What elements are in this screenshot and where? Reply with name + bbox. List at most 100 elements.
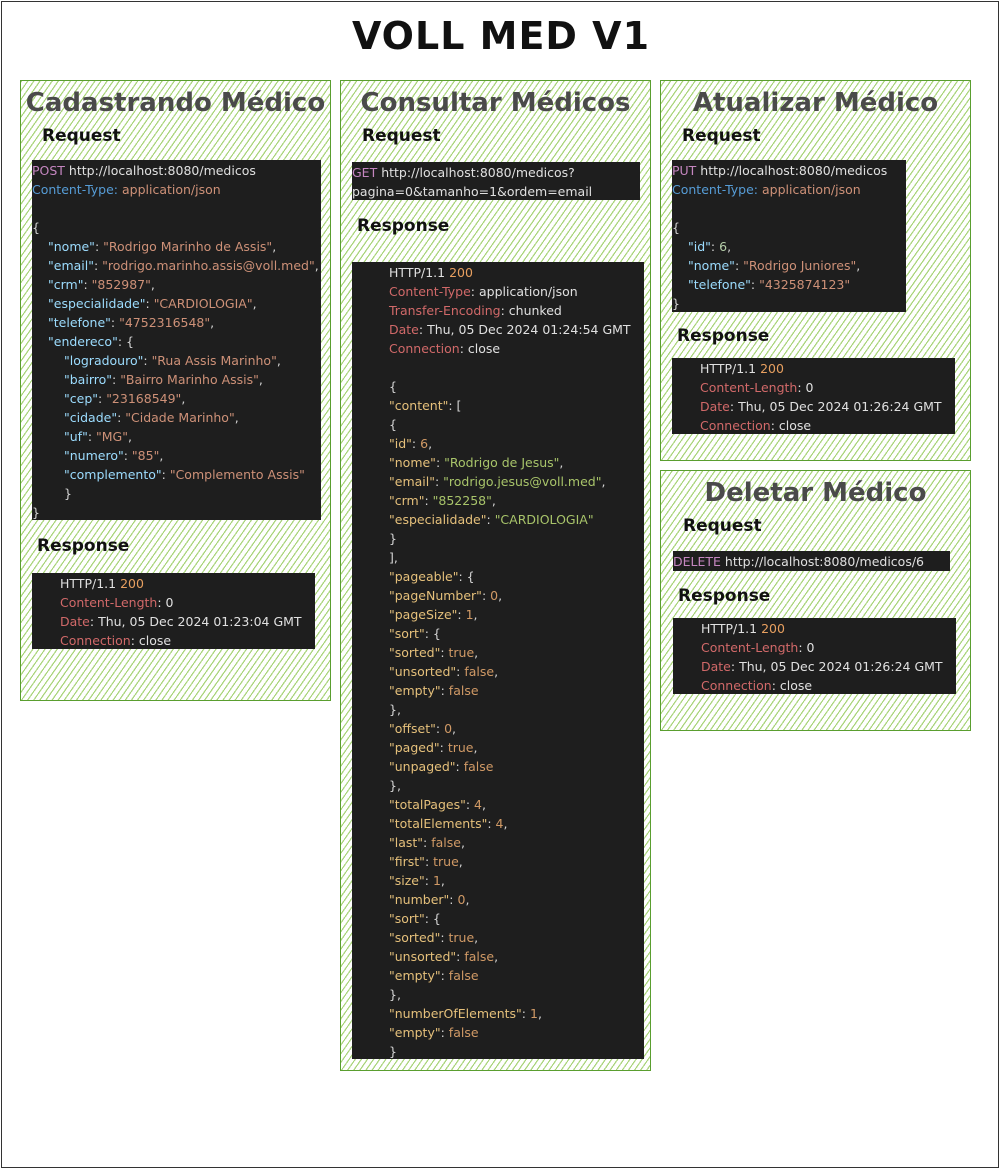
- code-token: :: [465, 797, 475, 812]
- code-line: "sort": {: [389, 624, 644, 643]
- code-token: "4752316548": [119, 315, 211, 330]
- code-token: ,: [491, 493, 496, 508]
- code-token: Connection: [60, 633, 131, 648]
- code-token: Transfer-Encoding: [389, 303, 501, 318]
- code-token: }: [672, 296, 680, 311]
- code-token: 200: [449, 265, 473, 280]
- code-line: HTTP/1.1 200: [700, 359, 955, 378]
- code-token: ,: [428, 436, 433, 451]
- code-token: HTTP/1.1: [701, 621, 762, 636]
- code-token: Content-Type:: [32, 182, 118, 197]
- code-line: "endereco": {: [32, 332, 321, 351]
- code-token: Date: [700, 399, 730, 414]
- code-line: "unsorted": false,: [389, 947, 644, 966]
- code-token: ],: [389, 550, 398, 565]
- request-code: DELETE http://localhost:8080/medicos/6: [673, 551, 950, 571]
- code-token: ,: [474, 645, 479, 660]
- code-line: "especialidade": "CARDIOLOGIA": [389, 510, 644, 529]
- code-token: :: [424, 493, 433, 508]
- request-code: POST http://localhost:8080/medicos Conten…: [32, 160, 321, 520]
- code-token: ,: [474, 930, 479, 945]
- code-token: "id": [688, 239, 711, 254]
- code-token: HTTP/1.1: [700, 361, 761, 376]
- code-token: "cep": [64, 391, 98, 406]
- code-line: "offset": 0,: [389, 719, 644, 738]
- panel-title: Consultar Médicos: [360, 88, 631, 118]
- code-line: "empty": false: [389, 966, 644, 985]
- code-token: Content-Length: [60, 595, 158, 610]
- code-token: 200: [761, 621, 785, 636]
- code-line: }: [32, 503, 321, 520]
- code-token: Date: [389, 322, 419, 337]
- response-code: HTTP/1.1 200 Content-Length: 0 Date: Thu, …: [672, 358, 955, 434]
- code-token: http://localhost:8080/medicos?: [377, 165, 575, 180]
- code-token: :: [440, 1025, 449, 1040]
- code-token: : Thu, 05 Dec 2024 01:26:24 GMT: [730, 659, 943, 674]
- code-token: }: [32, 505, 40, 520]
- code-line: "sorted": true,: [389, 643, 644, 662]
- code-line: "nome": "Rodrigo Marinho de Assis",: [32, 237, 321, 256]
- code-token: "rodrigo.jesus@voll.med": [443, 474, 602, 489]
- code-token: }: [64, 486, 72, 501]
- code-token: :: [93, 258, 103, 273]
- code-token: true: [433, 854, 459, 869]
- code-token: "Complemento Assis": [169, 467, 305, 482]
- code-token: "first": [389, 854, 425, 869]
- code-token: 1: [529, 1006, 538, 1021]
- code-line: Content-Length: 0: [701, 638, 956, 657]
- code-token: ,: [128, 429, 132, 444]
- code-line: "empty": false: [389, 1023, 644, 1042]
- code-line: HTTP/1.1 200: [701, 619, 956, 638]
- code-token: "Rodrigo de Jesus": [444, 455, 560, 470]
- code-token: "23168549": [106, 391, 182, 406]
- request-label: Request: [42, 126, 121, 146]
- code-token: http://localhost:8080/medicos: [64, 163, 256, 178]
- code-token: "offset": [389, 721, 436, 736]
- code-token: :: [435, 721, 445, 736]
- code-token: "Rodrigo Marinho de Assis": [103, 239, 273, 254]
- code-token: Date: [701, 659, 731, 674]
- code-token: ,: [440, 873, 445, 888]
- code-token: :: [435, 455, 445, 470]
- code-token: :: [143, 353, 152, 368]
- code-token: "number": [389, 892, 450, 907]
- code-token: "sort": [389, 911, 425, 926]
- code-token: : close: [130, 633, 172, 648]
- code-token: ,: [210, 315, 215, 330]
- code-token: "paged": [389, 740, 440, 755]
- code-token: Date: [60, 614, 90, 629]
- code-token: "85": [131, 448, 160, 463]
- code-line: "crm": "852258",: [389, 491, 644, 510]
- code-token: "content": [389, 398, 449, 413]
- code-token: :: [487, 816, 496, 831]
- code-line: "pageSize": 1,: [389, 605, 644, 624]
- code-line: "telefone": "4752316548",: [32, 313, 321, 332]
- code-line: "id": 6,: [672, 237, 906, 256]
- code-token: false: [463, 759, 494, 774]
- code-token: ,: [473, 607, 478, 622]
- code-line: Content-Type: application/json: [389, 282, 644, 301]
- code-token: :: [87, 429, 97, 444]
- code-token: :: [123, 448, 132, 463]
- code-line: DELETE http://localhost:8080/medicos/6: [673, 552, 950, 571]
- code-token: :: [98, 391, 107, 406]
- code-token: :: [440, 930, 449, 945]
- request-label: Request: [682, 126, 761, 146]
- code-token: 4: [495, 816, 504, 831]
- code-token: },: [389, 778, 401, 793]
- code-token: {: [389, 379, 397, 394]
- code-line: "pageNumber": 0,: [389, 586, 644, 605]
- code-line: "cep": "23168549",: [32, 389, 321, 408]
- code-line: "unsorted": false,: [389, 662, 644, 681]
- code-token: : {: [458, 569, 475, 584]
- code-line: {: [672, 218, 906, 237]
- request-code: PUT http://localhost:8080/medicos Content…: [672, 160, 906, 312]
- code-line: "uf": "MG",: [32, 427, 321, 446]
- code-line: }: [672, 294, 906, 312]
- code-line: "complemento": "Complemento Assis": [32, 465, 321, 484]
- code-token: ,: [537, 1006, 542, 1021]
- code-token: ,: [460, 835, 465, 850]
- code-line: "logradouro": "Rua Assis Marinho",: [32, 351, 321, 370]
